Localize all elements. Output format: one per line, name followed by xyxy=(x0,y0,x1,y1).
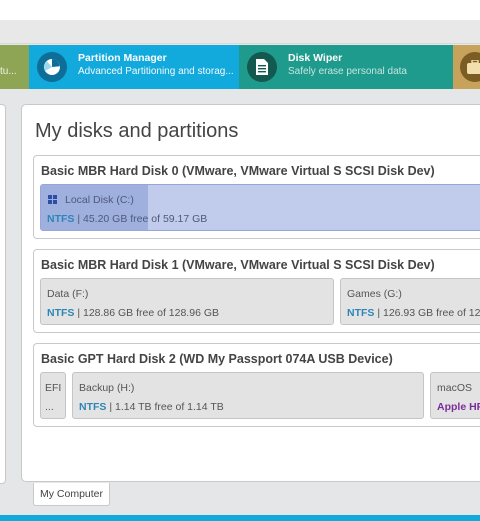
tab-partition-manager-subtitle: Advanced Partitioning and storag... xyxy=(78,66,234,77)
document-icon xyxy=(247,52,277,82)
tab-partition-manager-title: Partition Manager xyxy=(78,52,167,64)
partition-block[interactable]: Data (F:) NTFS | 128.86 GB free of 128.9… xyxy=(40,278,334,325)
partition-block[interactable]: Games (G:) NTFS | 126.93 GB free of 127 xyxy=(340,278,480,325)
tab-disk-wiper-subtitle: Safely erase personal data xyxy=(288,66,407,77)
disk-name: Basic GPT Hard Disk 2 (WD My Passport 07… xyxy=(41,352,393,366)
tab-disk-wiper-title: Disk Wiper xyxy=(288,52,343,64)
tab-previous-module[interactable]: tu... xyxy=(0,45,29,89)
filesystem-label: NTFS xyxy=(79,401,107,413)
partition-space: | 45.20 GB free of 59.17 GB xyxy=(74,213,208,225)
briefcase-icon xyxy=(460,52,480,82)
partition-info: NTFS | 126.93 GB free of 127 xyxy=(347,307,480,319)
partition-label: macOS xyxy=(437,382,473,394)
partition-label: Backup (H:) xyxy=(79,382,135,394)
tab-previous-subtitle: tu... xyxy=(0,66,17,77)
disk-name: Basic MBR Hard Disk 1 (VMware, VMware Vi… xyxy=(41,258,435,272)
partition-block[interactable]: EFI ... xyxy=(40,372,66,419)
disk-card: Basic GPT Hard Disk 2 (WD My Passport 07… xyxy=(33,343,480,427)
partition-label: EFI xyxy=(45,382,62,394)
filesystem-label: NTFS xyxy=(347,307,375,319)
page-title: My disks and partitions xyxy=(35,120,239,142)
disks-panel: My disks and partitions Basic MBR Hard D… xyxy=(21,104,480,482)
partition-info: NTFS | 45.20 GB free of 59.17 GB xyxy=(47,213,207,225)
module-tab-bar: tu... Partition Manager Advanced Partiti… xyxy=(0,45,480,89)
filesystem-label: NTFS xyxy=(47,307,75,319)
pie-chart-icon xyxy=(37,52,67,82)
disk-name: Basic MBR Hard Disk 0 (VMware, VMware Vi… xyxy=(41,164,435,178)
disk-card: Basic MBR Hard Disk 1 (VMware, VMware Vi… xyxy=(33,249,480,333)
partition-info: ... xyxy=(45,401,54,413)
partition-label: Local Disk (C:) xyxy=(65,194,134,206)
partition-block[interactable]: macOS Apple HF xyxy=(430,372,480,419)
partition-label: Data (F:) xyxy=(47,288,89,300)
partition-block[interactable]: Local Disk (C:) NTFS | 45.20 GB free of … xyxy=(40,184,480,231)
partition-info: Apple HF xyxy=(437,401,480,413)
partition-space: | 1.14 TB free of 1.14 TB xyxy=(106,401,224,413)
left-side-panel xyxy=(0,104,6,484)
tab-disk-wiper[interactable]: Disk Wiper Safely erase personal data xyxy=(239,45,453,89)
windows-icon xyxy=(48,195,57,204)
partition-block[interactable]: Backup (H:) NTFS | 1.14 TB free of 1.14 … xyxy=(72,372,424,419)
filesystem-label: Apple HF xyxy=(437,401,480,413)
tab-next-module[interactable] xyxy=(453,45,480,89)
tab-my-computer[interactable]: My Computer xyxy=(33,483,111,506)
partition-space: | 126.93 GB free of 127 xyxy=(374,307,480,319)
partition-info: NTFS | 1.14 TB free of 1.14 TB xyxy=(79,401,224,413)
title-bar xyxy=(0,0,480,20)
partition-label: Games (G:) xyxy=(347,288,402,300)
bottom-accent-bar xyxy=(0,515,480,521)
filesystem-label: NTFS xyxy=(47,213,75,225)
disk-card: Basic MBR Hard Disk 0 (VMware, VMware Vi… xyxy=(33,155,480,239)
partition-space: | 128.86 GB free of 128.96 GB xyxy=(74,307,219,319)
tab-partition-manager[interactable]: Partition Manager Advanced Partitioning … xyxy=(29,45,239,89)
toolbar-strip xyxy=(0,20,480,44)
partition-info: NTFS | 128.86 GB free of 128.96 GB xyxy=(47,307,219,319)
